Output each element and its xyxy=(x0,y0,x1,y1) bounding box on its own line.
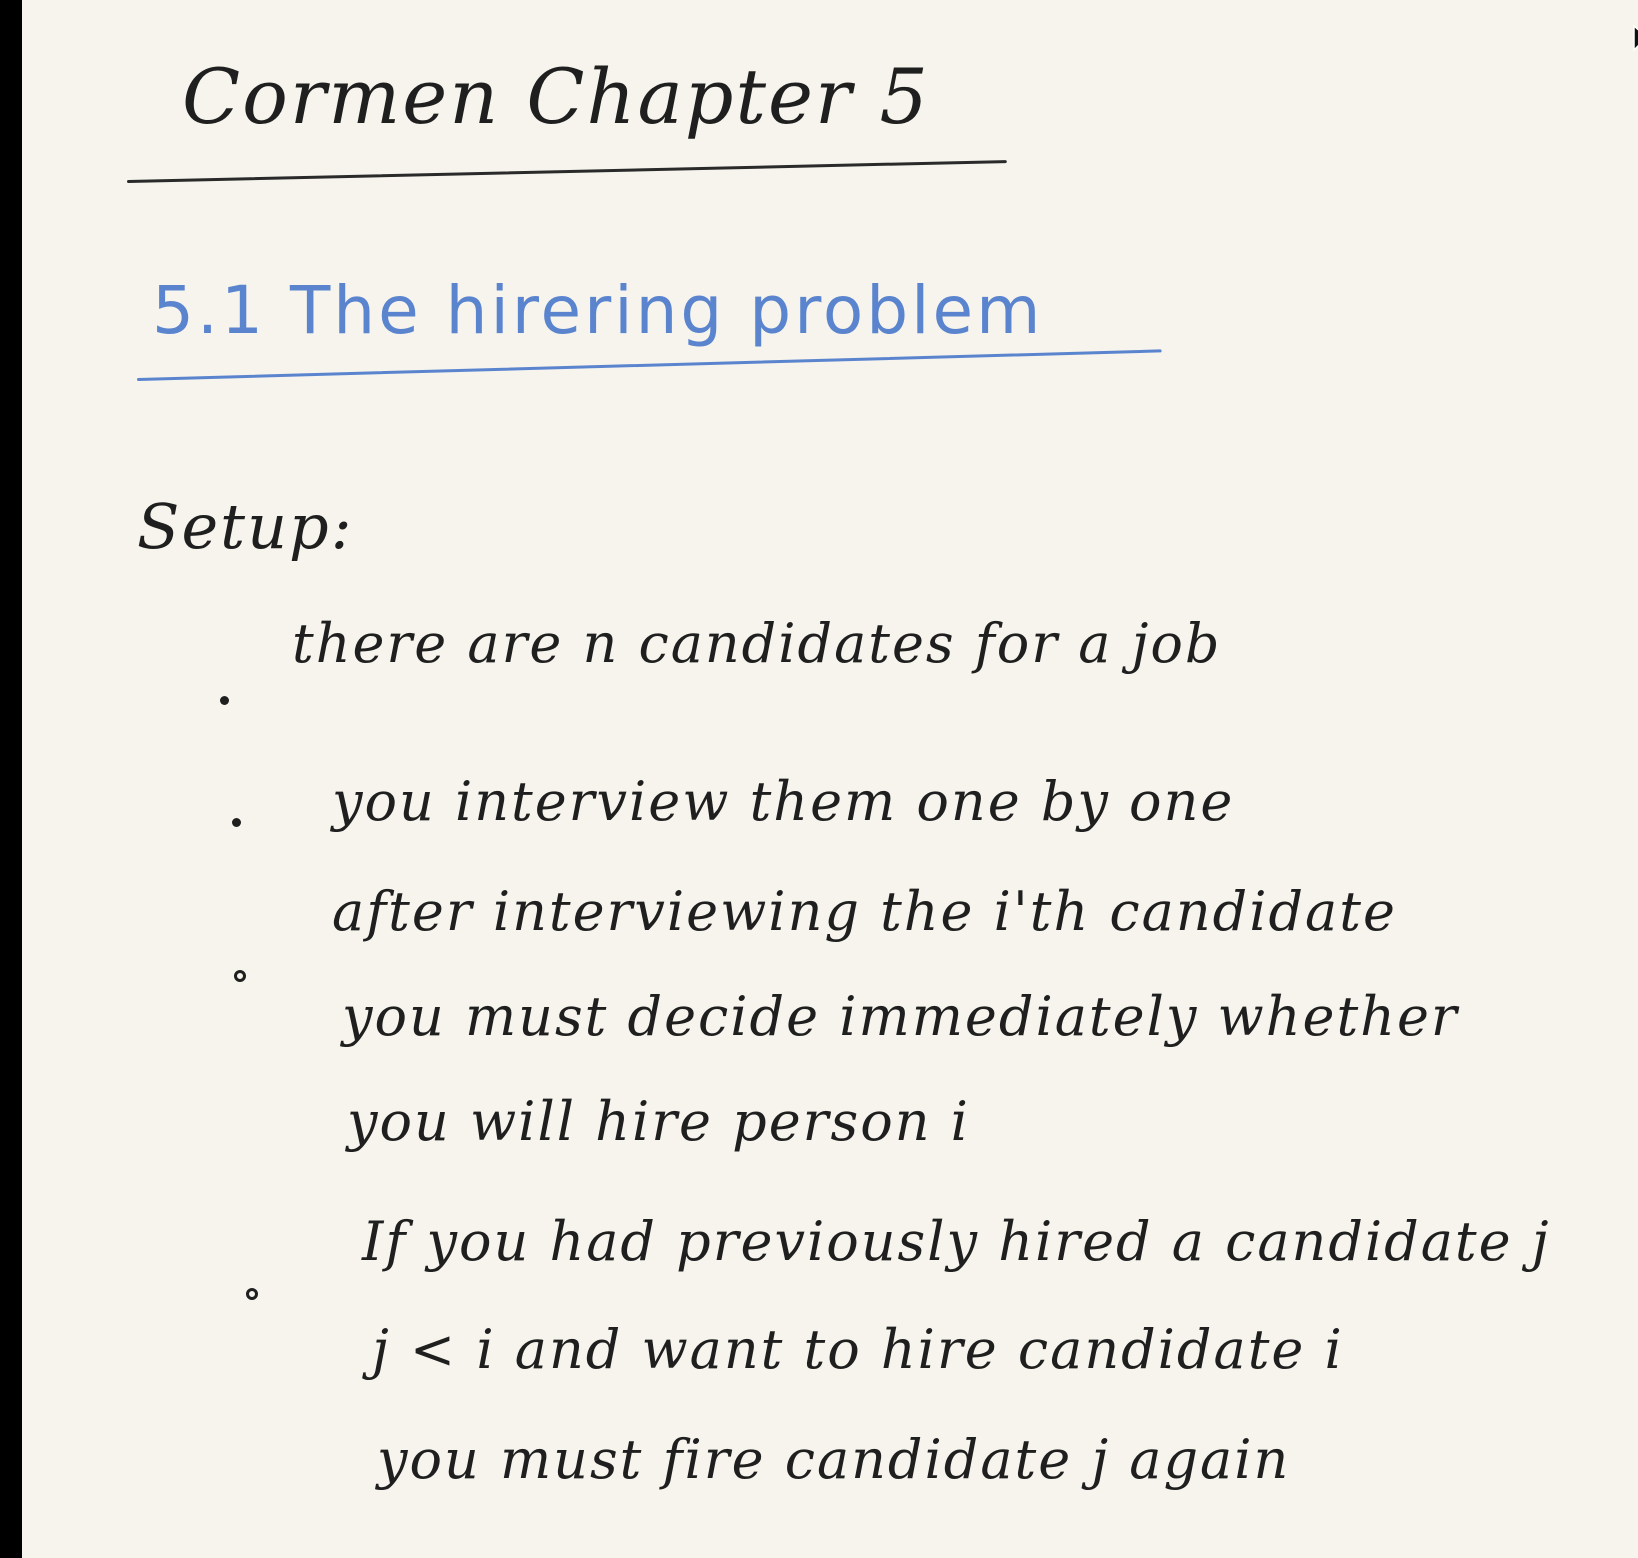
notebook-page: Cormen Chapter 5 5.1 The hirering proble… xyxy=(22,0,1638,1558)
bullet-line: there are n candidates for a job xyxy=(292,612,1222,675)
bullet-line: you will hire person i xyxy=(347,1090,970,1153)
mouse-pointer-icon xyxy=(1633,24,1638,52)
bullet-line: you must fire candidate j again xyxy=(377,1428,1291,1491)
bullet-dot xyxy=(220,696,229,705)
chapter-heading: Cormen Chapter 5 xyxy=(182,52,930,141)
section-title: 5.1 The hirering problem xyxy=(152,272,1044,349)
bullet-dot xyxy=(246,1288,258,1300)
bullet-line: j < i and want to hire candidate i xyxy=(372,1318,1344,1381)
bullet-line: after interviewing the i'th candidate xyxy=(332,880,1397,943)
setup-label: Setup: xyxy=(137,490,354,563)
heading-underline xyxy=(126,160,1007,183)
bullet-line: If you had previously hired a candidate … xyxy=(362,1210,1551,1273)
bullet-line: you interview them one by one xyxy=(332,770,1235,833)
section-underline xyxy=(136,349,1162,381)
bullet-line: you must decide immediately whether xyxy=(342,985,1459,1048)
bullet-dot xyxy=(232,818,241,827)
bullet-dot xyxy=(234,970,246,982)
